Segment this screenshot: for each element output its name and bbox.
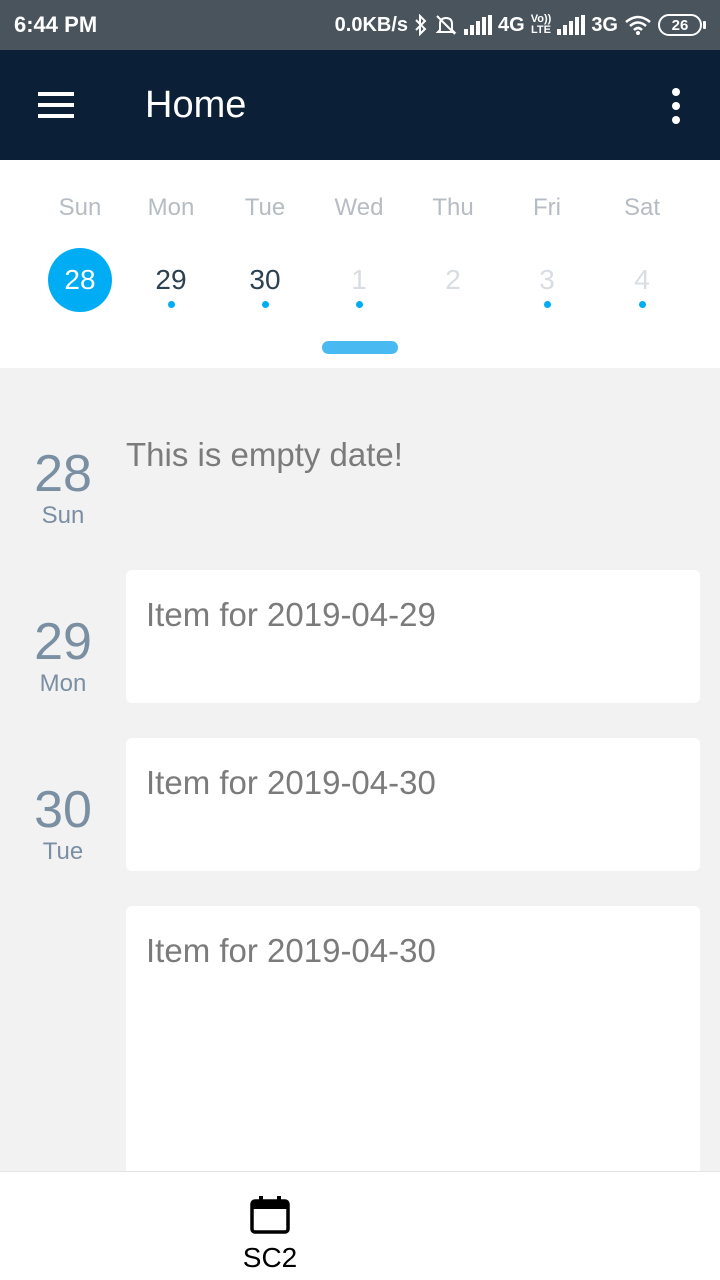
agenda-date-29: 29 Mon (14, 614, 112, 698)
app-bar: Home (0, 50, 720, 160)
day-column-mon: Mon 29 (125, 160, 217, 320)
agenda-day-number: 29 (34, 613, 92, 671)
agenda-item-card[interactable]: Item for 2019-04-30 (126, 906, 700, 1171)
day-name: Sun (58, 194, 102, 221)
agenda-day-number: 28 (34, 445, 92, 503)
day-column-thu: Thu 2 (407, 160, 499, 320)
calendar-icon (250, 1196, 290, 1234)
event-dot (262, 301, 269, 308)
signal-icon (464, 15, 493, 35)
agenda-list[interactable]: 28 Sun This is empty date! 29 Mon Item f… (0, 368, 720, 1171)
volte-bottom: LTE (531, 24, 551, 36)
event-dot (639, 301, 646, 308)
day-name: Wed (334, 194, 384, 221)
day-column-fri: Fri 3 (501, 160, 593, 320)
agenda-day-name: Sun (41, 502, 85, 529)
network-type-2: 3G (591, 13, 618, 36)
status-bar: 6:44 PM 0.0KB/s 4G Vo)) LTE 3G 26 (0, 0, 720, 50)
agenda-day-name: Mon (39, 670, 87, 697)
day-name: Mon (147, 194, 195, 221)
page-title: Home (145, 84, 247, 126)
network-type-1: 4G (498, 13, 525, 36)
day-column-sun: Sun 28 (34, 160, 126, 320)
battery-nub (703, 21, 706, 29)
day-name: Tue (244, 194, 286, 221)
network-speed: 0.0KB/s (334, 13, 409, 36)
day-name: Sat (623, 194, 661, 221)
agenda-date-28: 28 Sun (14, 446, 112, 530)
agenda-item-card[interactable]: Item for 2019-04-29 (126, 570, 700, 703)
status-time: 6:44 PM (14, 12, 98, 37)
event-dot (356, 301, 363, 308)
agenda-day-name: Tue (42, 838, 84, 865)
event-dot (168, 301, 175, 308)
signal-icon-2 (557, 15, 586, 35)
agenda-item-card[interactable]: Item for 2019-04-30 (126, 738, 700, 871)
week-calendar: Sun 28 Mon 29 Tue 30 Wed 1 Thu 2 Fri 3 S… (0, 160, 720, 368)
tab-sc2[interactable]: SC2 (200, 1172, 340, 1280)
day-column-tue: Tue 30 (219, 160, 311, 320)
day-number-selected[interactable]: 28 (48, 248, 112, 312)
empty-date-text: This is empty date! (126, 436, 403, 473)
bluetooth-icon (414, 14, 428, 36)
volte-indicator: Vo)) LTE (531, 14, 552, 36)
battery-level: 26 (658, 14, 702, 36)
day-name: Thu (432, 194, 474, 221)
day-column-sat: Sat 4 (596, 160, 688, 320)
tab-label: SC2 (242, 1242, 298, 1273)
day-number[interactable]: 2 (421, 248, 485, 312)
more-icon[interactable] (668, 88, 684, 124)
agenda-date-30: 30 Tue (14, 782, 112, 866)
day-column-wed: Wed 1 (313, 160, 405, 320)
wifi-icon (624, 14, 652, 36)
calendar-expand-knob[interactable] (322, 341, 398, 354)
battery-icon: 26 (658, 14, 706, 36)
bottom-navigation: SC2 (0, 1171, 720, 1280)
event-dot (544, 301, 551, 308)
menu-icon[interactable] (38, 92, 74, 118)
status-icons: 0.0KB/s 4G Vo)) LTE 3G 26 (335, 14, 706, 37)
day-name: Fri (533, 194, 561, 221)
agenda-day-number: 30 (34, 781, 92, 839)
mute-icon (434, 14, 458, 36)
